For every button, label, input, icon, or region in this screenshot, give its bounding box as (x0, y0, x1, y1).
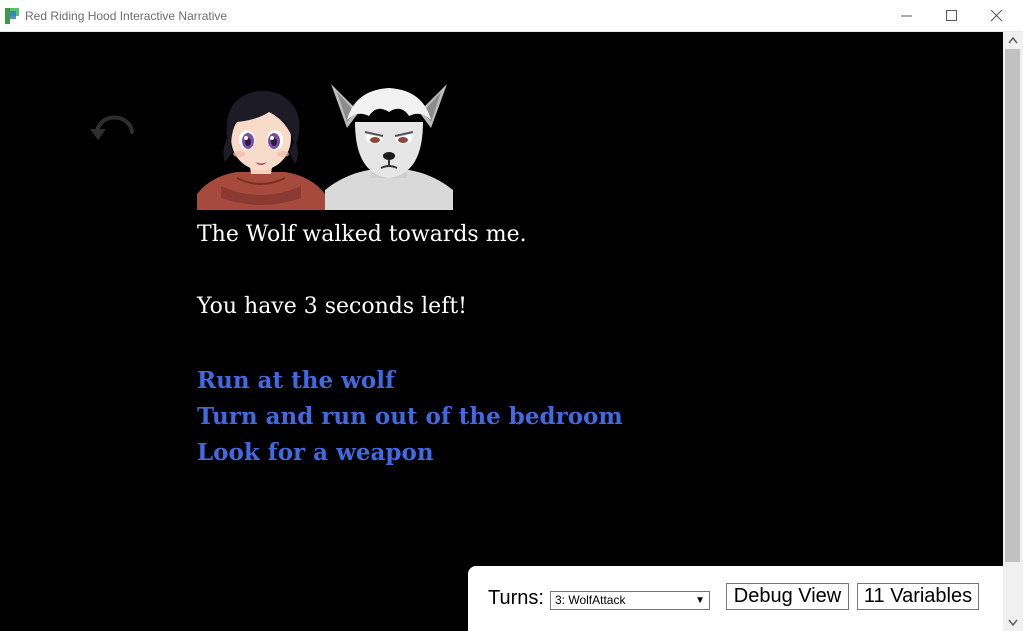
countdown-line: You have 3 seconds left! (197, 294, 468, 319)
app-icon (5, 8, 20, 24)
title-bar: Red Riding Hood Interactive Narrative (0, 0, 1023, 32)
close-button[interactable] (974, 0, 1020, 32)
vertical-scrollbar[interactable] (1003, 32, 1023, 631)
minimize-icon (901, 15, 912, 17)
chevron-down-icon (1008, 619, 1018, 627)
chevron-up-icon (1008, 36, 1018, 44)
wolf-portrait (325, 82, 453, 210)
window-title: Red Riding Hood Interactive Narrative (25, 9, 228, 23)
red-riding-hood-portrait (197, 82, 325, 210)
turns-selected-value: 3: WolfAttack (555, 593, 626, 607)
scroll-down-button[interactable] (1003, 614, 1023, 631)
turns-select[interactable]: 3: WolfAttack ▼ (550, 591, 710, 610)
variables-button[interactable]: 11 Variables (857, 583, 979, 610)
character-portraits (197, 82, 453, 210)
debug-toolbar: Turns: 3: WolfAttack ▼ Debug View 11 Var… (468, 566, 1003, 631)
chevron-down-icon: ▼ (695, 595, 705, 606)
story-area: The Wolf walked towards me. You have 3 s… (0, 32, 1003, 631)
choice-link-look-for-weapon[interactable]: Look for a weapon (197, 438, 623, 474)
maximize-icon (946, 10, 957, 21)
passage-line: The Wolf walked towards me. (197, 222, 527, 247)
undo-icon[interactable] (88, 114, 140, 152)
maximize-button[interactable] (929, 0, 975, 32)
scroll-thumb[interactable] (1005, 49, 1020, 562)
choice-link-run-at-wolf[interactable]: Run at the wolf (197, 366, 623, 402)
turns-label: Turns: (488, 587, 544, 609)
close-icon (991, 10, 1003, 22)
choice-link-run-out-of-bedroom[interactable]: Turn and run out of the bedroom (197, 402, 623, 438)
choice-list: Run at the wolf Turn and run out of the … (197, 366, 623, 474)
minimize-button[interactable] (884, 0, 930, 32)
scroll-up-button[interactable] (1003, 32, 1023, 49)
debug-view-button[interactable]: Debug View (726, 583, 849, 610)
